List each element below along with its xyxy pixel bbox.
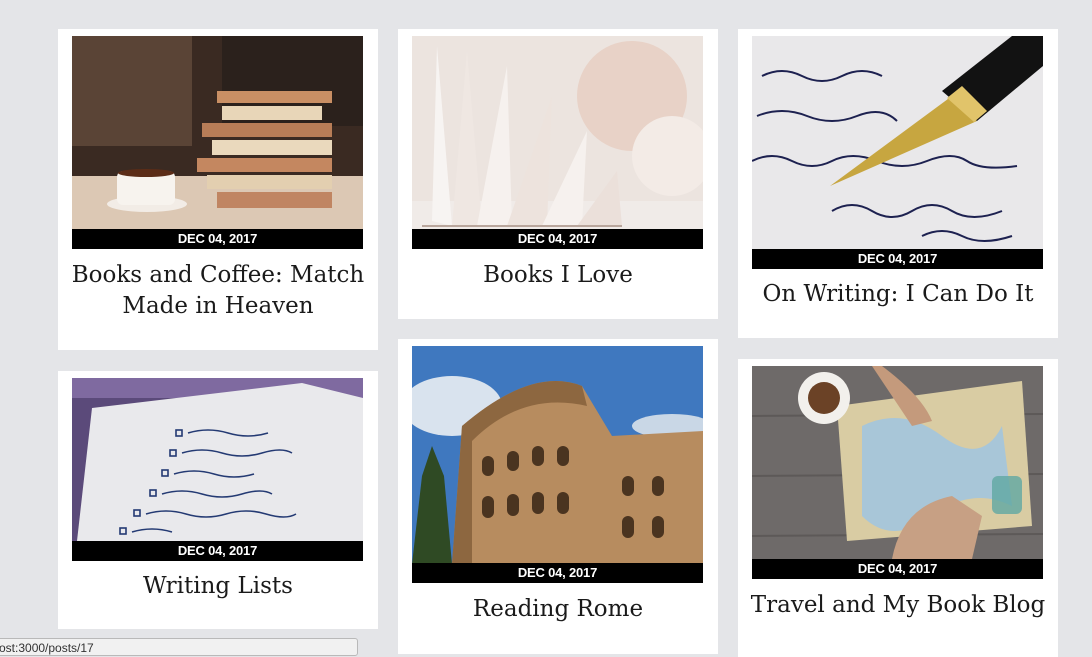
post-thumbnail[interactable]: [412, 36, 703, 229]
post-title[interactable]: On Writing: I Can Do It: [748, 279, 1048, 310]
post-card[interactable]: DEC 04, 2017 Books and Coffee: Match Mad…: [58, 29, 378, 350]
post-title[interactable]: Writing Lists: [68, 571, 368, 602]
post-title[interactable]: Reading Rome: [408, 594, 708, 625]
post-title[interactable]: Travel and My Book Blog: [748, 590, 1048, 621]
post-date: DEC 04, 2017: [72, 229, 363, 249]
post-title[interactable]: Books I Love: [408, 260, 708, 291]
post-card[interactable]: DEC 04, 2017 Books I Love: [398, 29, 718, 319]
post-title[interactable]: Books and Coffee: Match Made in Heaven: [68, 260, 368, 322]
browser-status-url: ost:3000/posts/17: [0, 638, 358, 656]
post-date: DEC 04, 2017: [752, 559, 1043, 579]
post-date: DEC 04, 2017: [412, 563, 703, 583]
post-card[interactable]: DEC 04, 2017 Writing Lists: [58, 371, 378, 629]
post-thumbnail[interactable]: [412, 346, 703, 564]
post-thumbnail[interactable]: [72, 36, 363, 229]
post-date: DEC 04, 2017: [72, 541, 363, 561]
post-thumbnail[interactable]: [752, 366, 1043, 559]
post-card[interactable]: DEC 04, 2017 Reading Rome: [398, 339, 718, 654]
post-card[interactable]: DEC 04, 2017 On Writing: I Can Do It: [738, 29, 1058, 338]
post-date: DEC 04, 2017: [752, 249, 1043, 269]
post-thumbnail[interactable]: [72, 378, 363, 541]
post-card[interactable]: DEC 04, 2017 Travel and My Book Blog: [738, 359, 1058, 657]
post-date: DEC 04, 2017: [412, 229, 703, 249]
post-thumbnail[interactable]: [752, 36, 1043, 249]
